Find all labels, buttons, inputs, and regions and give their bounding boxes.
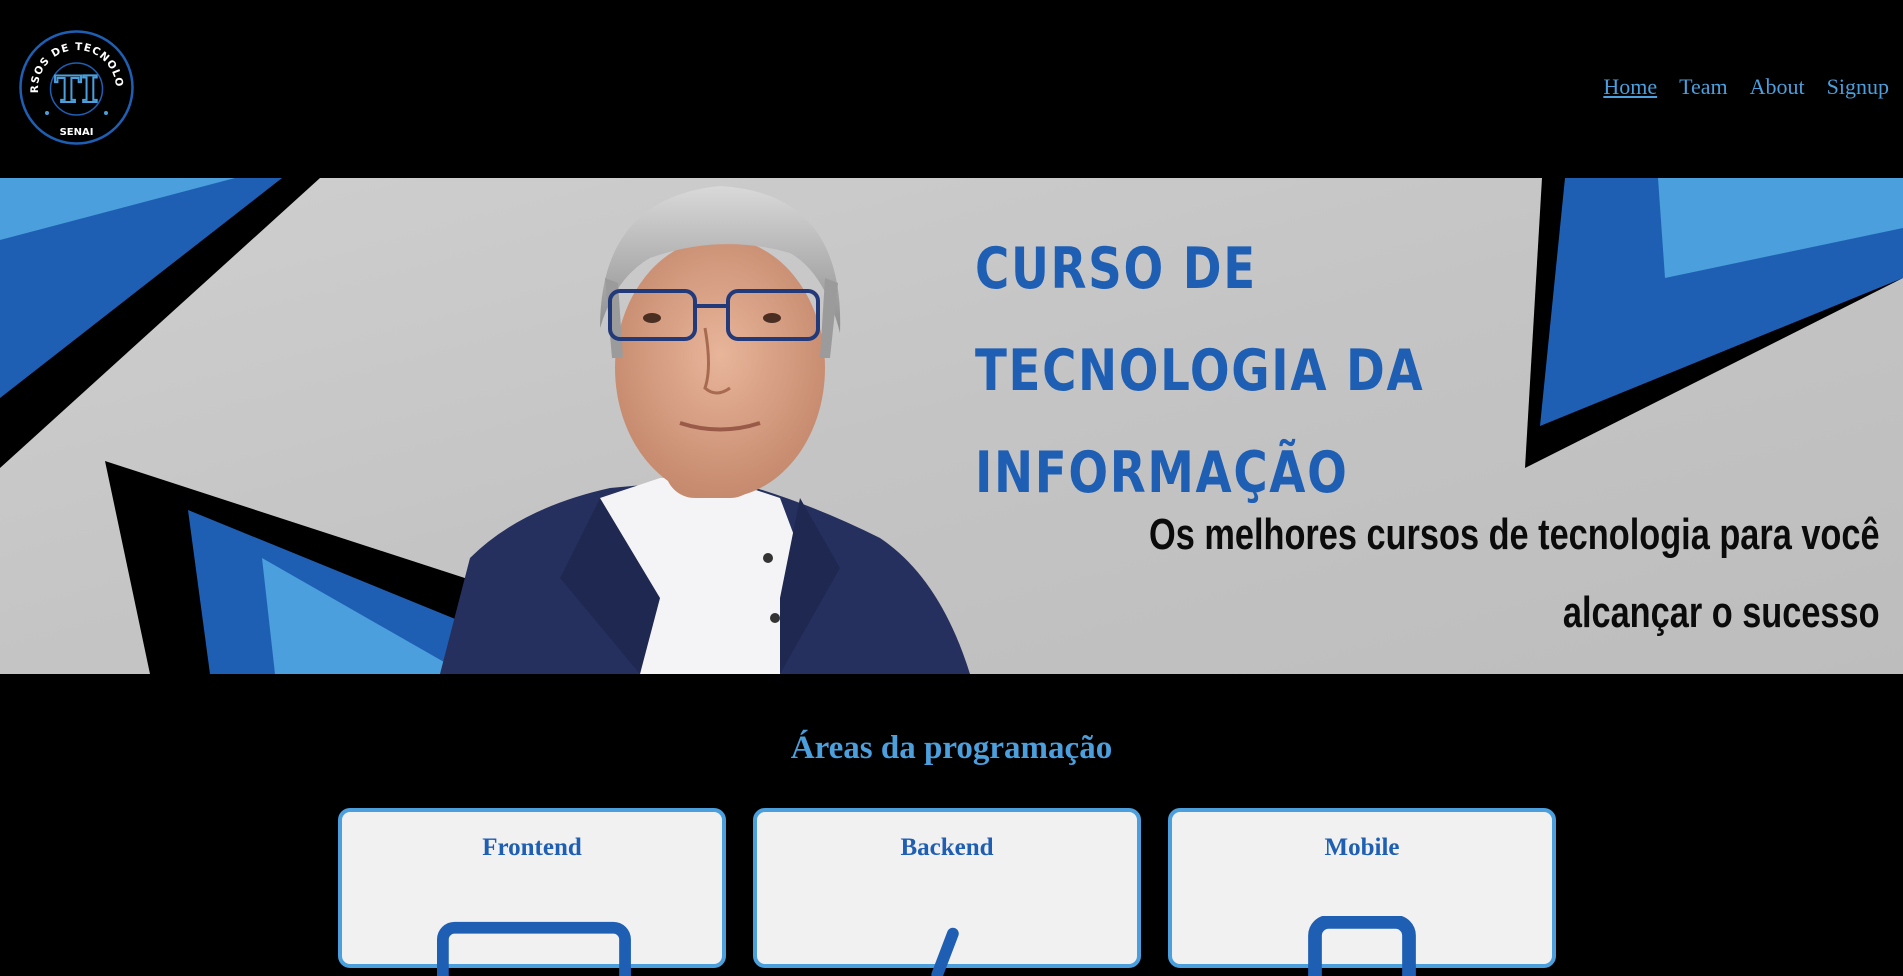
nav-link-signup[interactable]: Signup: [1827, 74, 1889, 100]
hero-subtitle: Os melhores cursos de tecnologia para vo…: [1149, 496, 1880, 652]
monitor-icon: [437, 921, 631, 976]
logo[interactable]: CURSOS DE TECNOLOGIA TI SENAI: [13, 20, 135, 146]
logo-monogram: TI: [55, 69, 99, 111]
hero-title: CURSO DE TECNOLOGIA DA INFORMAÇÃO: [975, 218, 1434, 524]
area-card-title: Backend: [900, 834, 994, 861]
area-card-frontend[interactable]: Frontend: [338, 808, 726, 976]
logo-text-bottom: SENAI: [60, 127, 94, 138]
hero-title-line: CURSO DE: [975, 236, 1257, 302]
area-card-title: Mobile: [1324, 834, 1400, 861]
hero-subtitle-line: alcançar o sucesso: [1563, 588, 1880, 637]
area-card-title: Frontend: [482, 834, 582, 861]
nav-link-team[interactable]: Team: [1679, 74, 1728, 100]
site-header: CURSOS DE TECNOLOGIA TI SENAI Home Team …: [0, 0, 1903, 178]
areas-section-title: Áreas da programação: [790, 730, 1113, 766]
hero-subtitle-line: Os melhores cursos de tecnologia para vo…: [1149, 510, 1880, 559]
area-card-mobile[interactable]: Mobile: [1168, 808, 1556, 976]
nav-link-home[interactable]: Home: [1603, 74, 1657, 100]
smartphone-icon: [1308, 916, 1416, 976]
main-nav: Home Team About Signup: [1603, 74, 1889, 100]
hero-title-line: TECNOLOGIA DA: [975, 338, 1425, 404]
nav-link-about[interactable]: About: [1750, 74, 1805, 100]
code-slash-icon: [931, 927, 959, 976]
area-card-backend[interactable]: Backend: [753, 808, 1141, 976]
hero-banner: CURSO DE TECNOLOGIA DA INFORMAÇÃO Os mel…: [0, 178, 1903, 674]
